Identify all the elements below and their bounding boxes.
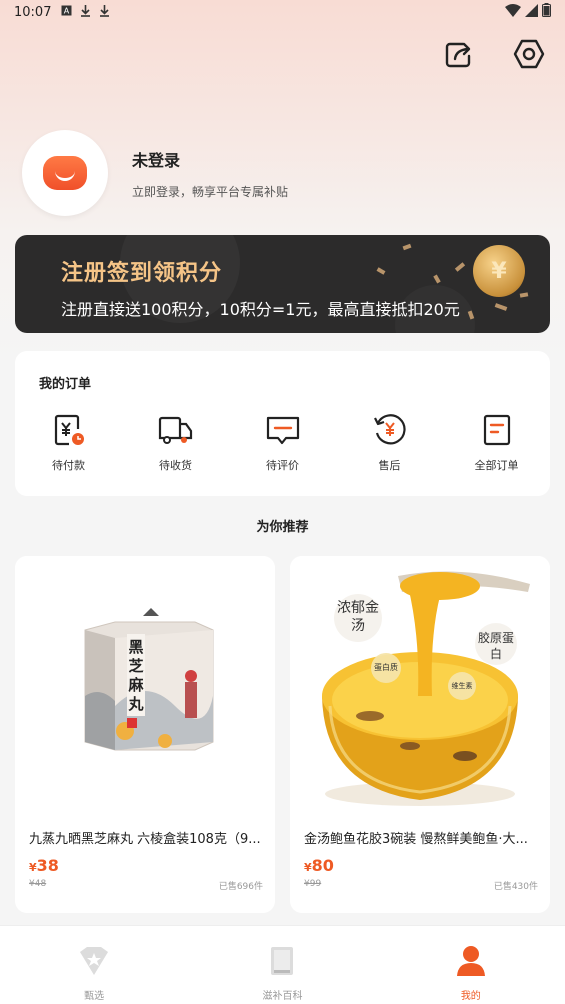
hexagon-settings-icon[interactable] — [511, 36, 547, 72]
diamond-star-icon — [76, 943, 112, 979]
share-icon[interactable] — [441, 36, 477, 72]
tag-protein: 蛋白质 — [374, 663, 398, 672]
price-symbol: ¥ — [29, 861, 37, 874]
banner-subtitle: 注册直接送100积分，10积分=1元，最高直接抵扣20元 — [61, 300, 460, 319]
signal-icon — [525, 3, 538, 21]
user-icon — [453, 943, 489, 979]
tab-label: 滋补百科 — [262, 991, 303, 1002]
product-name: 金汤鲍鱼花胶3碗装 慢熬鲜美鲍鱼·大... — [304, 832, 528, 847]
order-label: 售后 — [378, 459, 401, 472]
tab-featured[interactable]: 甄选 — [0, 926, 188, 1004]
banner-title: 注册签到领积分 — [61, 261, 223, 286]
avatar[interactable] — [22, 130, 108, 216]
download-icon — [99, 4, 110, 20]
order-item-to-review[interactable]: 待评价 — [229, 411, 336, 473]
recommend-title: 为你推荐 — [256, 520, 309, 535]
sold-count: 已售696件 — [218, 882, 263, 892]
product-name: 九蒸九晒黑芝麻丸 六棱盒装108克（9... — [29, 832, 261, 847]
product-image[interactable]: 黑芝麻丸 — [15, 556, 275, 816]
header-actions — [441, 36, 547, 72]
wifi-icon — [505, 3, 521, 21]
profile-section[interactable]: 未登录 立即登录，畅享平台专属补贴 — [22, 130, 288, 216]
product-image[interactable]: 浓郁金汤 胶原蛋白 蛋白质 维生素 — [290, 556, 550, 816]
book-icon — [264, 943, 300, 979]
profile-subtitle: 立即登录，畅享平台专属补贴 — [132, 184, 289, 199]
tag-rich-broth: 浓郁金汤 — [337, 600, 379, 634]
tab-mine[interactable]: 我的 — [377, 926, 565, 1004]
status-bar: 10:07 A — [0, 0, 565, 24]
order-items: 待付款 待收货 待评价 售后 全部订单 — [15, 411, 550, 473]
price-symbol: ¥ — [304, 861, 312, 874]
tag-vitamin: 维生素 — [451, 682, 473, 690]
order-item-all-orders[interactable]: 全部订单 — [443, 411, 550, 473]
all-orders-icon — [478, 411, 516, 449]
order-label: 待付款 — [52, 459, 85, 472]
original-price: ¥48 — [29, 879, 47, 889]
sold-count: 已售430件 — [493, 882, 538, 892]
coin-symbol: ¥ — [491, 258, 507, 284]
battery-icon — [542, 3, 551, 21]
orders-title: 我的订单 — [39, 377, 92, 392]
product-card[interactable]: 浓郁金汤 胶原蛋白 蛋白质 维生素 金汤鲍鱼花胶3碗装 慢熬鲜美鲍鱼·大... … — [290, 556, 550, 913]
price-value: 38 — [36, 856, 59, 875]
product-price: ¥38 — [29, 856, 59, 875]
order-item-pending-payment[interactable]: 待付款 — [15, 411, 122, 473]
profile-text: 未登录 立即登录，畅享平台专属补贴 — [132, 147, 288, 200]
order-label: 待评价 — [266, 459, 299, 472]
pending-payment-icon — [50, 411, 88, 449]
signup-points-banner[interactable]: 注册签到领积分 注册直接送100积分，10积分=1元，最高直接抵扣20元 ¥ — [15, 235, 550, 333]
coin-icon: ¥ — [473, 245, 525, 297]
order-label: 全部订单 — [474, 459, 519, 472]
product-box-text: 黑芝麻丸 — [128, 638, 144, 713]
order-item-to-receive[interactable]: 待收货 — [122, 411, 229, 473]
a-box-icon: A — [61, 5, 72, 19]
profile-name[interactable]: 未登录 — [132, 147, 288, 171]
bottom-tab-bar: 甄选 滋补百科 我的 — [0, 925, 565, 1004]
product-price: ¥80 — [304, 856, 334, 875]
tab-label: 甄选 — [84, 991, 105, 1002]
svg-text:A: A — [64, 7, 70, 16]
review-icon — [264, 411, 302, 449]
price-value: 80 — [311, 856, 334, 875]
tag-collagen: 胶原蛋白 — [478, 631, 515, 661]
delivery-truck-icon — [157, 411, 195, 449]
product-card[interactable]: 黑芝麻丸 九蒸九晒黑芝麻丸 六棱盒装108克（9... ¥38 ¥48 已售69… — [15, 556, 275, 913]
status-time: 10:07 — [14, 4, 52, 20]
refund-icon — [371, 411, 409, 449]
tab-label: 我的 — [460, 991, 481, 1002]
download-icon — [80, 4, 91, 20]
order-item-after-sales[interactable]: 售后 — [336, 411, 443, 473]
order-label: 待收货 — [159, 459, 192, 472]
app-logo-icon — [43, 156, 87, 190]
original-price: ¥99 — [304, 879, 322, 889]
my-orders-card: 我的订单 待付款 待收货 待评价 售后 全部订单 — [15, 351, 550, 496]
tab-encyclopedia[interactable]: 滋补百科 — [188, 926, 376, 1004]
